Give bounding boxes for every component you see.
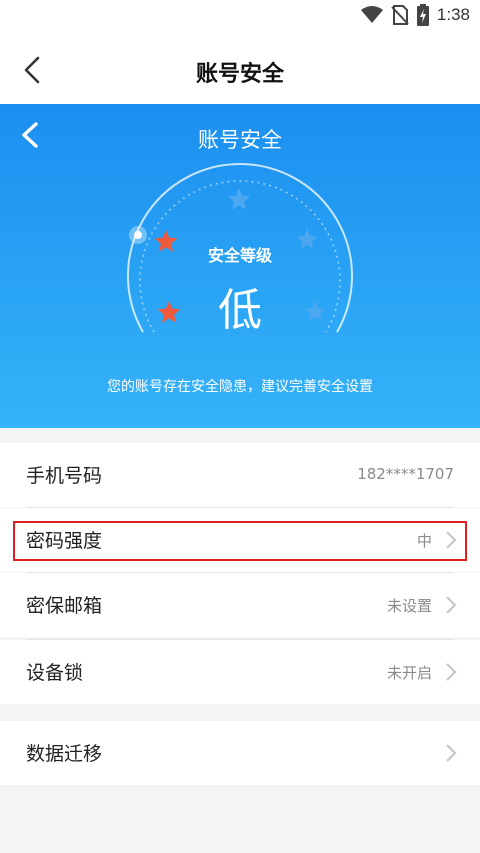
security-level-value: 低 xyxy=(218,285,262,336)
security-tip: 您的账号存在安全隐患，建议完善安全设置 xyxy=(107,379,373,395)
device-lock-value: 未开启 xyxy=(386,664,432,682)
chevron-right-icon xyxy=(446,596,457,614)
wifi-icon xyxy=(360,6,383,23)
security-hero: 账号安全 安全等级 低 您的账号存在安全隐患，建议完善安全设置 xyxy=(0,104,480,428)
row-security-email[interactable]: 密保邮箱 未设置 xyxy=(0,573,480,637)
data-migration-label: 数据迁移 xyxy=(26,743,103,765)
phone-value: 182****1707 xyxy=(357,465,454,483)
password-strength-value: 中 xyxy=(416,532,432,550)
navbar: 账号安全 xyxy=(0,34,480,104)
chevron-right-icon xyxy=(446,531,457,549)
status-time: 1:38 xyxy=(436,5,470,24)
row-password-strength[interactable]: 密码强度 中 xyxy=(0,508,480,572)
status-bar: 1:38 xyxy=(0,0,480,34)
battery-charging-icon xyxy=(416,4,429,26)
row-phone-number[interactable]: 手机号码 182****1707 xyxy=(0,443,480,507)
row-data-migration[interactable]: 数据迁移 xyxy=(0,721,480,785)
security-email-value: 未设置 xyxy=(386,597,432,615)
no-sim-icon xyxy=(391,5,409,25)
password-strength-label: 密码强度 xyxy=(26,530,103,552)
chevron-right-icon xyxy=(446,744,457,762)
row-device-lock[interactable]: 设备锁 未开启 xyxy=(0,640,480,704)
device-lock-label: 设备锁 xyxy=(26,662,84,684)
chevron-right-icon xyxy=(446,663,457,681)
security-email-label: 密保邮箱 xyxy=(26,595,103,617)
star-empty-icon xyxy=(227,188,251,210)
page-title: 账号安全 xyxy=(195,62,284,87)
status-icons: 1:38 xyxy=(360,4,470,26)
security-level-label: 安全等级 xyxy=(207,246,272,265)
phone-label: 手机号码 xyxy=(26,465,103,487)
